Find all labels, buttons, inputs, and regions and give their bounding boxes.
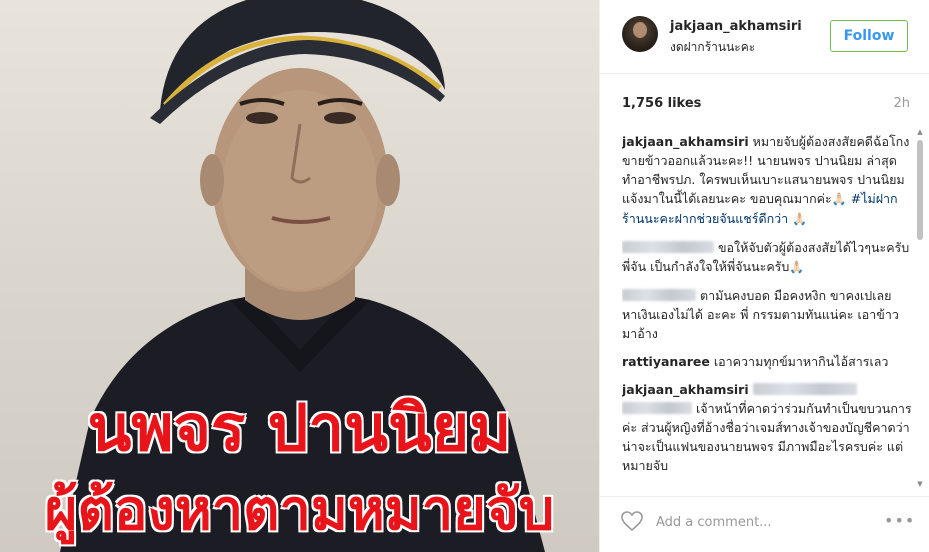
comment-caption: jakjaan_akhamsiri หมายจับผู้ต้องสงสัยคดีฉ… (622, 132, 912, 229)
likes-count[interactable]: 1,756 likes (622, 96, 701, 111)
instagram-post: นพจร ปานนิยม ผู้ต้องหาตามหมายจับ jakjaan… (0, 0, 929, 552)
photo-caption-warrant: ผู้ต้องหาตามหมายจับ (44, 478, 555, 543)
comment: rattiyanaree เอาความทุกข์มาหากินไอ้สารเลว (622, 352, 912, 371)
comment-username[interactable]: jakjaan_akhamsiri (622, 134, 749, 149)
scroll-up-icon[interactable]: ▲ (916, 128, 924, 136)
comment-username[interactable]: rattiyanaree (622, 354, 710, 369)
pray-emoji-icon: 🙏🏻 (792, 212, 808, 226)
redacted-username (622, 289, 696, 301)
heart-icon[interactable] (620, 509, 644, 533)
more-options-icon[interactable]: ••• (884, 511, 914, 531)
scroll-thumb[interactable] (917, 140, 923, 240)
post-time[interactable]: 2h (893, 96, 910, 111)
header-location[interactable]: งดฝากร้านนะคะ (670, 38, 755, 57)
comment-username[interactable]: jakjaan_akhamsiri (622, 382, 749, 397)
pray-emoji-icon: 🙏🏻 (831, 192, 847, 206)
post-footer: ••• (600, 496, 929, 552)
follow-button[interactable]: Follow (830, 20, 908, 52)
post-header: jakjaan_akhamsiri งดฝากร้านนะคะ Follow (600, 0, 929, 74)
comment: jakjaan_akhamsiri เจ้าหน้าที่คาดว่าร่วมก… (622, 380, 912, 475)
header-username[interactable]: jakjaan_akhamsiri (670, 19, 802, 34)
post-side-panel: jakjaan_akhamsiri งดฝากร้านนะคะ Follow 1… (599, 0, 929, 552)
scroll-down-icon[interactable]: ▼ (916, 480, 924, 488)
redacted-mention (752, 383, 857, 395)
pray-emoji-icon: 🙏🏻 (789, 260, 805, 274)
redacted-username (622, 241, 714, 253)
comment: ขอให้จับตัวผู้ต้องสงสัยได้ไวๆนะครับพี่จั… (622, 238, 912, 277)
likes-row: 1,756 likes 2h (622, 96, 910, 116)
photo-caption-name: นพจร ปานนิยม (87, 392, 512, 466)
add-comment-input[interactable] (656, 512, 856, 532)
post-photo[interactable]: นพจร ปานนิยม ผู้ต้องหาตามหมายจับ (0, 0, 599, 552)
redacted-mention (622, 402, 692, 414)
comments-scrollbar[interactable]: ▲ ▼ (916, 128, 924, 488)
avatar[interactable] (622, 16, 658, 52)
comment: ตามันคงบอด มือคงหงิก ขาคงเปเลยหาเงินเองไ… (622, 286, 912, 343)
comments-list: jakjaan_akhamsiri หมายจับผู้ต้องสงสัยคดีฉ… (622, 132, 912, 494)
comment-text: เอาความทุกข์มาหากินไอ้สารเลว (713, 354, 889, 369)
